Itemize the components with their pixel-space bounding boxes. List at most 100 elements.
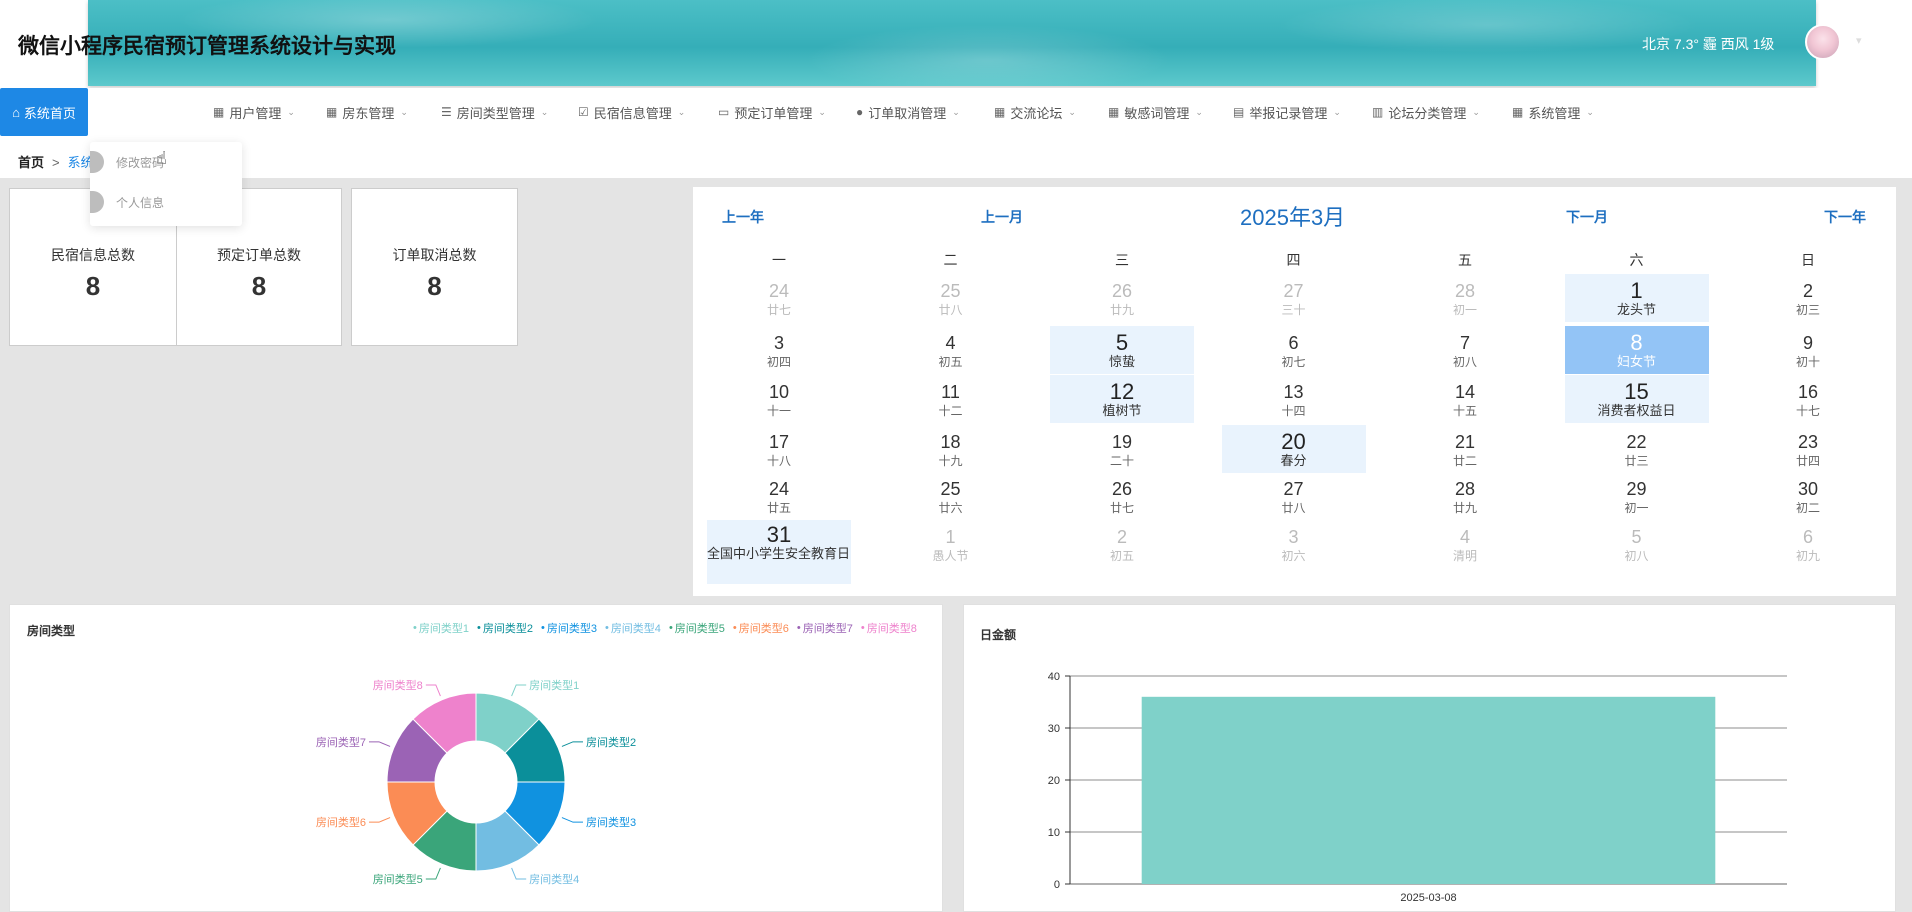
day-lunar-label: 廿六: [938, 501, 963, 515]
day-lunar-label: 初九: [1795, 549, 1820, 563]
calendar-day[interactable]: 1 龙头节: [1564, 274, 1709, 322]
calendar-day[interactable]: 3 初四: [707, 330, 851, 370]
menu-item-profile[interactable]: 个人信息: [90, 186, 242, 218]
calendar-day[interactable]: 2 初三: [1736, 278, 1880, 318]
legend-label: 房间类型7: [802, 623, 853, 635]
day-number: 14: [1454, 382, 1476, 402]
nav-item[interactable]: ● 订单取消管理 ⌄: [856, 100, 960, 124]
bar-chart-icon: ▥: [1372, 105, 1384, 119]
legend-item[interactable]: • 房间类型5: [669, 620, 725, 636]
nav-item-label: 论坛分类管理: [1388, 105, 1467, 121]
calendar-day[interactable]: 27 三十: [1222, 278, 1366, 318]
nav-item[interactable]: ▥ 论坛分类管理 ⌄: [1372, 100, 1480, 124]
calendar-day[interactable]: 26 廿九: [1050, 278, 1194, 318]
legend-item[interactable]: • 房间类型8: [861, 620, 917, 636]
nav-item-label: 订单取消管理: [868, 105, 947, 121]
calendar-day[interactable]: 13 十四: [1222, 379, 1366, 419]
chart-legend: • 房间类型1 • 房间类型2 • 房间类型3 • 房间类型4 • 房间类型5 • 房间类型6 • 房间类…: [413, 621, 917, 635]
calendar-day[interactable]: 16 十七: [1736, 379, 1880, 419]
calendar-day[interactable]: 10 十一: [707, 379, 851, 419]
nav-item-label: 房间类型管理: [456, 105, 535, 121]
legend-dot-icon: •: [796, 622, 801, 634]
calendar-day[interactable]: 24 廿七: [707, 278, 851, 318]
day-lunar-label: 初五: [1109, 549, 1134, 563]
calendar-day[interactable]: 22 廿三: [1565, 429, 1709, 469]
nav-item[interactable]: ▤ 举报记录管理 ⌄: [1233, 100, 1341, 124]
legend-item[interactable]: • 房间类型1: [413, 620, 469, 636]
calendar-day[interactable]: 4 清明: [1393, 524, 1537, 564]
calendar-day[interactable]: 25 廿六: [879, 476, 1023, 516]
legend-item[interactable]: • 房间类型6: [733, 620, 789, 636]
slice-label: 房间类型1: [529, 678, 579, 692]
legend-item[interactable]: • 房间类型7: [797, 620, 853, 636]
next-year-button[interactable]: 下一年: [1824, 207, 1866, 227]
nav-item[interactable]: ▦ 用户管理 ⌄: [213, 100, 295, 124]
day-number: 26: [1111, 281, 1133, 301]
calendar-day[interactable]: 15 消费者权益日: [1564, 375, 1709, 423]
day-number: 24: [768, 479, 790, 499]
stat-value: 8: [251, 271, 267, 301]
nav-item[interactable]: ▦ 交流论坛 ⌄: [994, 100, 1076, 124]
avatar[interactable]: [1805, 24, 1841, 60]
calendar-day[interactable]: 8 妇女节: [1564, 326, 1709, 374]
calendar-day[interactable]: 2 初五: [1050, 524, 1194, 564]
calendar-day[interactable]: 24 廿五: [707, 476, 851, 516]
calendar-day[interactable]: 19 二十: [1050, 429, 1194, 469]
calendar-day[interactable]: 6 初七: [1222, 330, 1366, 370]
calendar-day[interactable]: 21 廿二: [1393, 429, 1537, 469]
next-month-button[interactable]: 下一月: [1566, 207, 1608, 227]
calendar-day[interactable]: 30 初二: [1736, 476, 1880, 516]
calendar-day[interactable]: 1 愚人节: [879, 524, 1023, 564]
legend-item[interactable]: • 房间类型2: [477, 620, 533, 636]
nav-item[interactable]: ▦ 敏感词管理 ⌄: [1108, 100, 1203, 124]
nav-item[interactable]: ▦ 房东管理 ⌄: [326, 100, 408, 124]
bar[interactable]: [1141, 696, 1716, 884]
calendar-day[interactable]: 6 初九: [1736, 524, 1880, 564]
prev-month-button[interactable]: 上一月: [981, 207, 1023, 227]
calendar-day[interactable]: 29 初一: [1565, 476, 1709, 516]
calendar-day[interactable]: 9 初十: [1736, 330, 1880, 370]
chevron-down-icon: ⌄: [1068, 106, 1076, 117]
day-number: 9: [1802, 333, 1813, 353]
calendar-day[interactable]: 28 初一: [1393, 278, 1537, 318]
room-type-donut-chart: 房间类型1 房间类型2 房间类型3 房间类型4 房间类型5 房间类型6 房间类型7 房间类型8: [316, 678, 636, 886]
calendar-day[interactable]: 31 全国中小学生安全教育日: [707, 520, 851, 584]
prev-year-button[interactable]: 上一年: [722, 207, 764, 227]
calendar-day[interactable]: 5 惊蛰: [1050, 326, 1194, 374]
nav-home-tab[interactable]: ⌂ 系统首页: [0, 88, 88, 136]
calendar-day[interactable]: 3 初六: [1222, 524, 1366, 564]
nav-item[interactable]: ☰ 房间类型管理 ⌄: [441, 100, 548, 124]
slice-label: 房间类型6: [316, 815, 366, 829]
nav-item-label: 举报记录管理: [1249, 105, 1328, 121]
calendar-day[interactable]: 4 初五: [879, 330, 1023, 370]
day-number: 27: [1283, 479, 1304, 499]
day-lunar-label: 廿八: [1281, 501, 1306, 515]
slice-label: 房间类型7: [316, 735, 366, 749]
calendar-day[interactable]: 5 初八: [1565, 524, 1709, 564]
nav-item[interactable]: ▭ 预定订单管理 ⌄: [718, 100, 826, 124]
slice-label: 房间类型2: [586, 735, 636, 749]
nav-home-label: 系统首页: [23, 105, 76, 121]
calendar-day[interactable]: 12 植树节: [1050, 375, 1194, 423]
chevron-down-icon[interactable]: ▾: [1856, 34, 1862, 47]
day-number: 21: [1454, 432, 1476, 452]
nav-item[interactable]: ▦ 系统管理 ⌄: [1512, 100, 1594, 124]
nav-item[interactable]: ☑ 民宿信息管理 ⌄: [578, 100, 685, 124]
legend-dot-icon: •: [540, 622, 545, 634]
breadcrumb-home[interactable]: 首页: [18, 155, 44, 170]
calendar-day[interactable]: 14 十五: [1393, 379, 1537, 419]
calendar-day[interactable]: 26 廿七: [1050, 476, 1194, 516]
calendar-day[interactable]: 18 十九: [879, 429, 1023, 469]
calendar-day[interactable]: 11 十二: [879, 379, 1023, 419]
calendar-day[interactable]: 20 春分: [1221, 425, 1366, 473]
calendar-day[interactable]: 17 十八: [707, 429, 851, 469]
legend-item[interactable]: • 房间类型3: [541, 620, 597, 636]
calendar-day[interactable]: 7 初八: [1393, 330, 1537, 370]
calendar-day[interactable]: 23 廿四: [1736, 429, 1880, 469]
calendar-day[interactable]: 27 廿八: [1222, 476, 1366, 516]
calendar-day[interactable]: 25 廿八: [879, 278, 1023, 318]
y-tick-label: 20: [1048, 775, 1060, 787]
day-lunar-label: 初六: [1281, 549, 1306, 563]
calendar-day[interactable]: 28 廿九: [1393, 476, 1537, 516]
legend-item[interactable]: • 房间类型4: [605, 620, 661, 636]
